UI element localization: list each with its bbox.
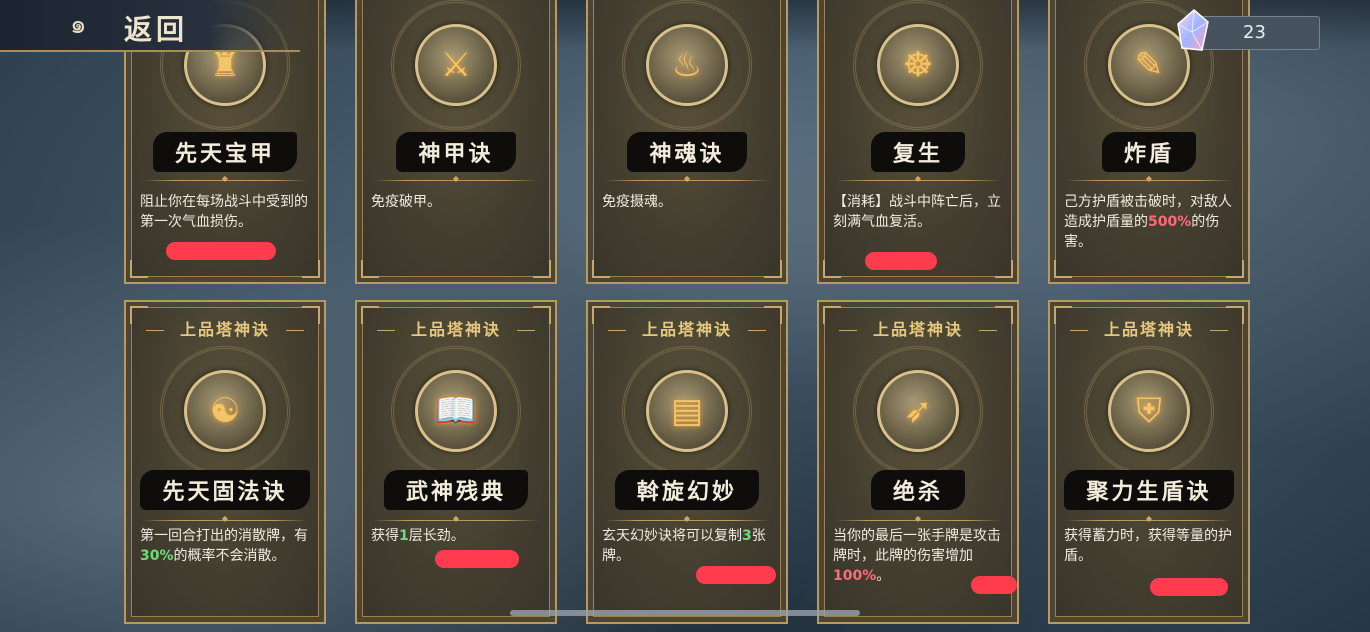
corner-ornament <box>764 260 782 278</box>
cards-icon: ▤ <box>646 370 728 452</box>
skill-card-xiantian-gufa-jue[interactable]: 上品塔神诀 ☯ 先天固法诀 第一回合打出的消散牌，有30%的概率不会消散。 <box>124 300 326 624</box>
divider <box>1066 520 1232 521</box>
red-redaction-mark <box>435 550 519 568</box>
card-name: 斡旋幻妙 <box>614 470 759 510</box>
red-redaction-mark <box>696 566 776 584</box>
icon-ring: ⚔ <box>391 0 521 130</box>
card-name: 先天固法诀 <box>140 470 310 510</box>
divider <box>1066 180 1232 181</box>
highlight-value: 3 <box>742 528 752 544</box>
icon-ring: 📖 <box>391 346 521 476</box>
card-name: 炸盾 <box>1101 132 1196 172</box>
tier-banner: 上品塔神诀 <box>1064 316 1234 344</box>
red-redaction-mark <box>1150 578 1228 596</box>
corner-ornament <box>823 260 841 278</box>
card-name: 先天宝甲 <box>152 132 297 172</box>
book-sword-icon: 📖 <box>415 370 497 452</box>
skill-card-shenjia-jue[interactable]: ⚔ 神甲诀 免疫破甲。 <box>355 0 557 284</box>
divider <box>142 180 308 181</box>
tier-banner: 上品塔神诀 <box>602 316 772 344</box>
card-name: 聚力生盾诀 <box>1064 470 1234 510</box>
crystal-amount: 23 <box>1243 22 1266 43</box>
card-desc: 第一回合打出的消散牌，有30%的概率不会消散。 <box>140 528 308 564</box>
shield-sword-icon: ⚔ <box>415 24 497 106</box>
home-indicator[interactable] <box>510 610 860 616</box>
corner-ornament <box>302 260 320 278</box>
skill-card-jue-sha[interactable]: 上品塔神诀 ➶ 绝杀 当你的最后一张手牌是攻击牌时，此牌的伤害增加100%。 <box>817 300 1019 624</box>
skill-card-shenhun-jue[interactable]: ♨ 神魂诀 免疫摄魂。 <box>586 0 788 284</box>
icon-ring: ⛨ <box>1084 346 1214 476</box>
card-name: 复生 <box>870 132 965 172</box>
corner-ornament <box>995 260 1013 278</box>
card-desc: 获得1层长劲。 <box>371 528 465 544</box>
back-label: 返回 <box>124 13 189 46</box>
icon-ring: ☯ <box>160 346 290 476</box>
highlight-value: 500% <box>1148 214 1192 230</box>
tier-banner: 上品塔神诀 <box>833 316 1003 344</box>
skill-card-woxuan-huanmiao[interactable]: 上品塔神诀 ▤ 斡旋幻妙 玄天幻妙诀将可以复制3张牌。 <box>586 300 788 624</box>
corner-ornament <box>1226 260 1244 278</box>
corner-ornament <box>130 260 148 278</box>
card-name: 武神残典 <box>383 470 528 510</box>
red-redaction-mark <box>971 576 1017 594</box>
corner-ornament <box>1054 260 1072 278</box>
card-desc: 【消耗】战斗中阵亡后，立刻满气血复活。 <box>833 194 1001 230</box>
highlight-value: 100% <box>833 568 877 584</box>
divider <box>835 520 1001 521</box>
corner-ornament <box>533 260 551 278</box>
card-name: 绝杀 <box>870 470 965 510</box>
corner-ornament <box>361 260 379 278</box>
card-name: 神魂诀 <box>627 132 747 172</box>
skill-card-fusheng[interactable]: ☸ 复生 【消耗】战斗中阵亡后，立刻满气血复活。 <box>817 0 1019 284</box>
card-desc: 免疫破甲。 <box>371 194 441 210</box>
divider <box>604 520 770 521</box>
cloud-swirl-icon: ๑ <box>70 10 87 40</box>
icon-ring: ♨ <box>622 0 752 130</box>
divider <box>835 180 1001 181</box>
skill-card-wushen-candian[interactable]: 上品塔神诀 📖 武神残典 获得1层长劲。 <box>355 300 557 624</box>
bow-sword-icon: ➶ <box>877 370 959 452</box>
red-redaction-mark <box>166 242 276 260</box>
skill-card-juli-shengdun-jue[interactable]: 上品塔神诀 ⛨ 聚力生盾诀 获得蓄力时，获得等量的护盾。 <box>1048 300 1250 624</box>
divider <box>142 520 308 521</box>
corner-ornament <box>592 260 610 278</box>
vortex-icon: ☯ <box>184 370 266 452</box>
divider <box>373 180 539 181</box>
icon-ring: ☸ <box>853 0 983 130</box>
shield-icon: ⛨ <box>1108 370 1190 452</box>
tier-banner: 上品塔神诀 <box>140 316 310 344</box>
icon-ring: ▤ <box>622 346 752 476</box>
tier-banner: 上品塔神诀 <box>371 316 541 344</box>
crystal-icon <box>1177 9 1209 51</box>
highlight-value: 1 <box>399 528 409 544</box>
icon-ring: ➶ <box>853 346 983 476</box>
card-desc: 获得蓄力时，获得等量的护盾。 <box>1064 528 1232 564</box>
highlight-value: 30% <box>140 548 174 564</box>
flame-spirit-icon: ♨ <box>646 24 728 106</box>
card-desc: 己方护盾被击破时，对敌人造成护盾量的500%的伤害。 <box>1064 194 1232 250</box>
card-desc: 阻止你在每场战斗中受到的第一次气血损伤。 <box>140 194 308 230</box>
divider <box>604 180 770 181</box>
back-button[interactable]: ๑ 返回 <box>0 0 300 52</box>
card-desc: 玄天幻妙诀将可以复制3张牌。 <box>602 528 766 564</box>
divider <box>373 520 539 521</box>
card-name: 神甲诀 <box>396 132 516 172</box>
red-redaction-mark <box>865 252 937 270</box>
card-desc: 免疫摄魂。 <box>602 194 672 210</box>
meditation-icon: ☸ <box>877 24 959 106</box>
